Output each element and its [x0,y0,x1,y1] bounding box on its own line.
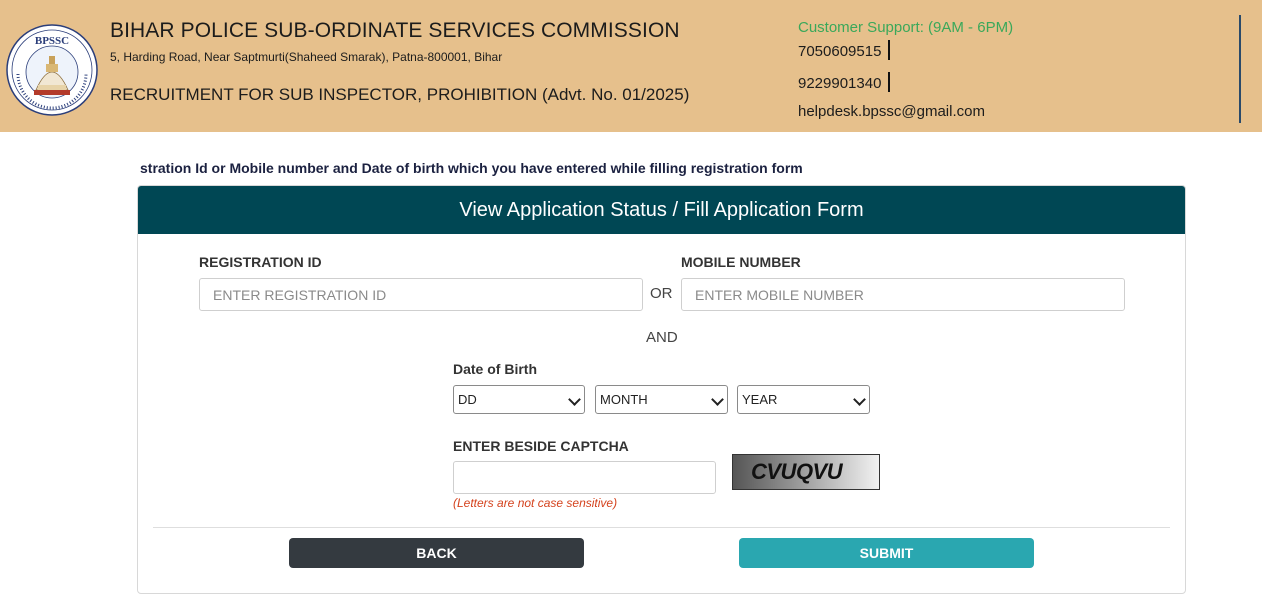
dob-month-value: MONTH [600,392,648,407]
application-form-card: View Application Status / Fill Applicati… [137,185,1186,594]
dob-label: Date of Birth [453,361,537,377]
phone-number: 9229901340 [798,75,882,92]
captcha-hint: (Letters are not case sensitive) [453,496,618,510]
registration-id-input[interactable] [199,278,643,311]
phone-separator [888,40,891,60]
org-title: BIHAR POLICE SUB-ORDINATE SERVICES COMMI… [110,19,680,42]
dob-day-select[interactable]: DD [453,385,585,414]
registration-id-label: REGISTRATION ID [199,254,322,270]
and-separator: AND [646,329,678,346]
chevron-down-icon [711,393,724,406]
header-divider [1239,15,1241,123]
back-button[interactable]: BACK [289,538,584,568]
form-title: View Application Status / Fill Applicati… [138,186,1185,234]
svg-text:BPSSC: BPSSC [35,35,69,47]
phone-number: 7050609515 [798,43,882,60]
support-phone-1[interactable]: 7050609515 [798,40,891,60]
site-header: BPSSC BIHAR POLICE SUB-ORDINATE SERVICES… [0,0,1262,132]
dob-year-value: YEAR [742,392,778,407]
mobile-number-input[interactable] [681,278,1125,311]
recruitment-title: RECRUITMENT FOR SUB INSPECTOR, PROHIBITI… [110,85,690,104]
phone-separator [888,72,891,92]
dob-day-value: DD [458,392,477,407]
form-divider [153,527,1170,528]
dob-month-select[interactable]: MONTH [595,385,728,414]
captcha-input[interactable] [453,461,716,494]
mobile-number-label: MOBILE NUMBER [681,254,801,270]
dob-year-select[interactable]: YEAR [737,385,870,414]
chevron-down-icon [853,393,866,406]
org-address: 5, Harding Road, Near Saptmurti(Shaheed … [110,50,503,64]
support-phone-2[interactable]: 9229901340 [798,72,891,92]
bpssc-logo-icon: BPSSC [6,24,98,116]
or-separator: OR [650,285,673,302]
support-title: Customer Support: (9AM - 6PM) [798,19,1014,36]
chevron-down-icon [568,393,581,406]
submit-button[interactable]: SUBMIT [739,538,1034,568]
captcha-label: ENTER BESIDE CAPTCHA [453,438,629,454]
scrolling-notice: stration Id or Mobile number and Date of… [140,160,803,176]
support-email[interactable]: helpdesk.bpssc@gmail.com [798,103,985,120]
captcha-image: CVUQVU [732,454,880,490]
